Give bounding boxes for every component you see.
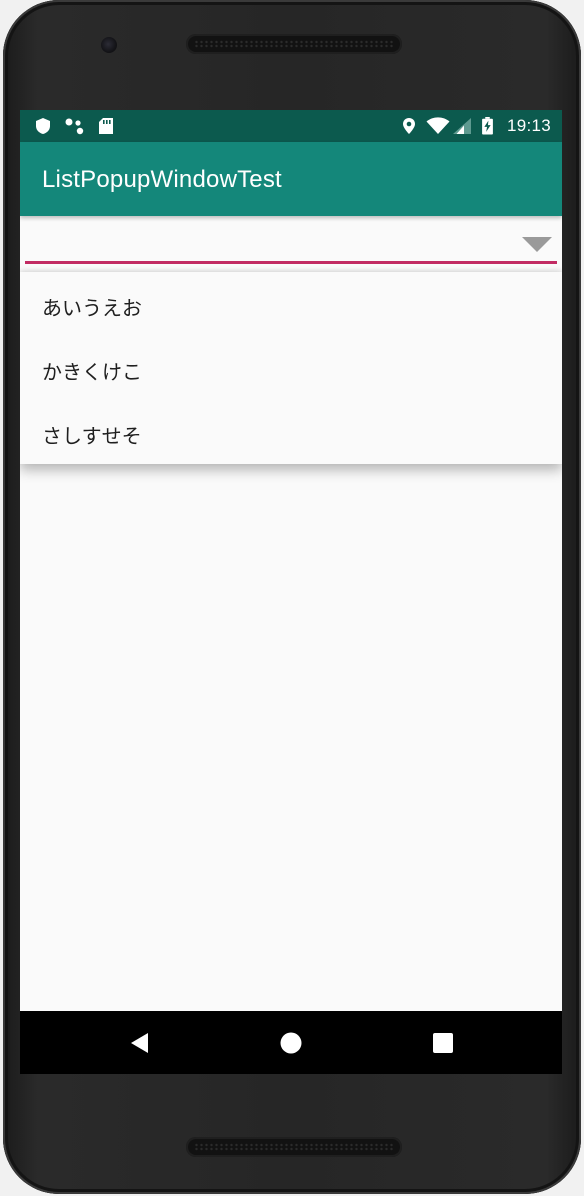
app-toolbar: ListPopupWindowTest <box>20 142 562 216</box>
recents-icon[interactable] <box>427 1027 459 1059</box>
front-camera <box>101 37 117 53</box>
wifi-icon <box>426 117 450 134</box>
location-icon <box>403 118 415 134</box>
bottom-speaker-grille <box>186 1137 402 1157</box>
list-popup-window: あいうえお かきくけこ さしすせそ <box>20 272 562 464</box>
status-time: 19:13 <box>506 116 551 135</box>
navigation-bar <box>20 1011 562 1074</box>
spinner-underline <box>25 261 557 264</box>
popup-item-label: かきくけこ <box>42 360 142 384</box>
home-icon[interactable] <box>275 1027 307 1059</box>
popup-item-kakikukeko[interactable]: かきくけこ <box>20 336 562 400</box>
status-bar: 19:13 <box>20 110 562 142</box>
top-speaker-grille <box>186 34 402 54</box>
back-icon[interactable] <box>124 1027 156 1059</box>
popup-item-label: あいうえお <box>42 296 142 320</box>
popup-item-label: さしすせそ <box>42 424 142 448</box>
app-title: ListPopupWindowTest <box>42 166 282 193</box>
spinner-dropdown[interactable] <box>20 216 562 272</box>
dropdown-arrow-icon <box>522 237 552 252</box>
shield-icon <box>36 118 50 134</box>
phone-frame: 19:13 ListPopupWindowTest あいうえお かきくけこ さし… <box>0 0 584 1196</box>
battery-charging-icon <box>482 117 493 135</box>
device-screen: 19:13 ListPopupWindowTest あいうえお かきくけこ さし… <box>20 110 562 1074</box>
signal-icon <box>453 118 471 134</box>
dots-icon <box>65 118 84 135</box>
popup-item-aiueo[interactable]: あいうえお <box>20 272 562 336</box>
popup-item-sashisuseso[interactable]: さしすせそ <box>20 400 562 464</box>
sd-card-icon <box>99 118 113 134</box>
